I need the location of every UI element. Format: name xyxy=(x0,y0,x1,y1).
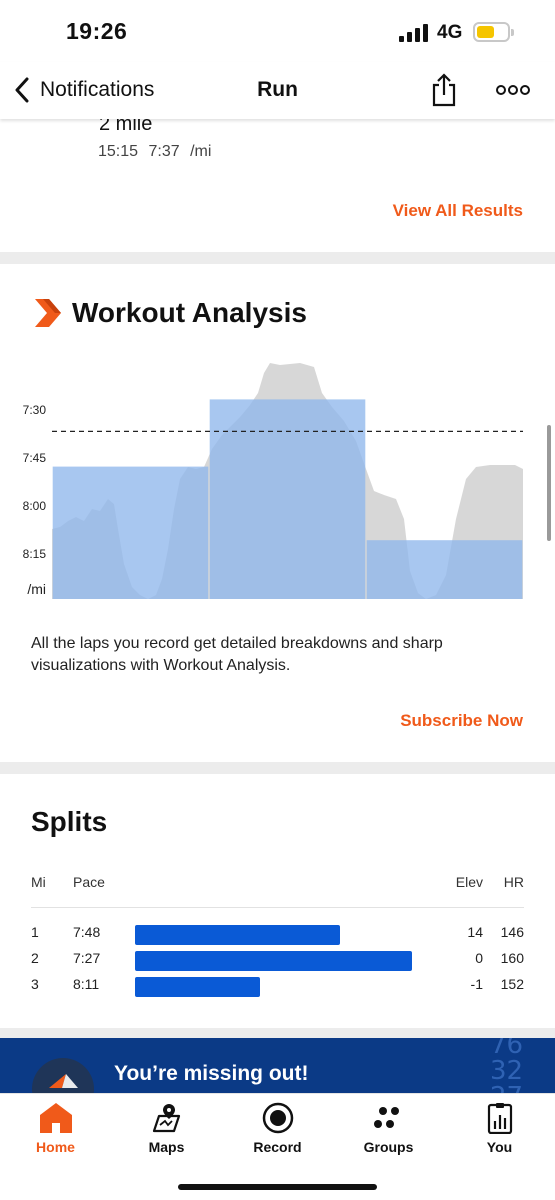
tab-home[interactable]: Home xyxy=(0,1094,111,1166)
subscribe-now-link[interactable]: Subscribe Now xyxy=(400,711,523,731)
split-row: 1 7:48 14 146 xyxy=(0,924,555,946)
split-pace-bar xyxy=(135,925,340,945)
home-icon xyxy=(40,1103,72,1133)
y-tick-label: 7:45 xyxy=(23,451,47,465)
tab-label: Maps xyxy=(148,1139,185,1155)
splits-card: Splits Mi Pace Elev HR 1 7:48 14 146 2 7:27 0 1… xyxy=(0,774,555,1028)
signal-icon xyxy=(399,24,429,42)
tab-label: Record xyxy=(253,1139,302,1155)
tab-label: You xyxy=(486,1139,513,1155)
tab-you[interactable]: You xyxy=(444,1094,555,1166)
section-title: Workout Analysis xyxy=(72,297,307,328)
split-pace-bar xyxy=(135,977,260,997)
split-mi: 3 xyxy=(31,976,39,992)
header-mi: Mi xyxy=(31,874,46,890)
back-button[interactable]: Notifications xyxy=(14,74,154,106)
share-icon xyxy=(432,73,456,107)
groups-icon xyxy=(374,1107,399,1128)
more-button[interactable] xyxy=(495,82,531,98)
battery-icon xyxy=(473,22,510,42)
split-mi: 1 xyxy=(31,924,39,940)
promo-number: 32 xyxy=(490,1056,524,1086)
header-elev: Elev xyxy=(455,874,483,890)
tab-record[interactable]: Record xyxy=(222,1094,333,1166)
lap-bar xyxy=(52,466,209,599)
promo-banner[interactable]: You’re missing out! 76 32 27 xyxy=(0,1038,555,1093)
status-time: 19:26 xyxy=(66,18,128,44)
you-icon xyxy=(487,1103,513,1134)
split-hr: 146 xyxy=(500,924,524,940)
promo-numbers: 76 32 27 xyxy=(490,1038,523,1093)
workout-analysis-description: All the laps you record get detailed bre… xyxy=(31,635,443,674)
status-bar: 19:26 4G xyxy=(0,0,555,62)
battery-level xyxy=(477,26,494,38)
lap-bar xyxy=(209,399,366,599)
header-hr: HR xyxy=(503,874,524,890)
battery-tip xyxy=(511,29,514,36)
maps-icon xyxy=(152,1104,181,1133)
tab-label: Home xyxy=(36,1139,75,1155)
split-elev: -1 xyxy=(470,976,483,992)
header-pace: Pace xyxy=(73,874,105,890)
split-row: 2 7:27 0 160 xyxy=(0,950,555,972)
results-card: 2 mile 15:15 7:37 /mi View All Results xyxy=(0,113,555,252)
split-mi: 2 xyxy=(31,950,39,966)
splits-divider xyxy=(31,907,524,908)
back-label: Notifications xyxy=(40,78,155,101)
y-tick-label: 7:30 xyxy=(23,403,47,417)
lap-bar xyxy=(366,540,523,599)
share-button[interactable] xyxy=(430,72,458,108)
result-meta: 15:15 7:37 /mi xyxy=(98,143,212,160)
workout-analysis-chart: 7:30 7:45 8:00 8:15 /mi xyxy=(23,363,523,599)
split-elev: 14 xyxy=(467,924,483,940)
split-row: 3 8:11 -1 152 xyxy=(0,976,555,998)
chevron-left-icon xyxy=(15,77,29,103)
y-tick-label: 8:00 xyxy=(23,499,47,513)
network-label: 4G xyxy=(437,22,463,43)
tab-groups[interactable]: Groups xyxy=(333,1094,444,1166)
record-icon xyxy=(262,1102,294,1134)
splits-header: Mi Pace Elev HR xyxy=(0,874,555,894)
tab-maps[interactable]: Maps xyxy=(111,1094,222,1166)
y-tick-label: 8:15 xyxy=(23,547,47,561)
more-icon xyxy=(496,85,530,95)
home-indicator xyxy=(178,1184,377,1190)
split-pace: 7:27 xyxy=(73,950,101,966)
workout-analysis-card: Workout Analysis 7:30 7:45 8:00 8:15 /mi Al… xyxy=(0,264,555,762)
y-axis-label: /mi xyxy=(27,581,46,597)
scrollbar[interactable] xyxy=(547,425,551,541)
promo-logo xyxy=(32,1058,94,1093)
split-pace: 7:48 xyxy=(73,924,101,940)
split-hr: 160 xyxy=(500,950,524,966)
workout-analysis-logo-icon xyxy=(35,299,61,327)
nav-bar: Notifications Run xyxy=(0,62,555,119)
tab-bar: Home Maps Record Groups You xyxy=(0,1093,555,1200)
view-all-results-link[interactable]: View All Results xyxy=(393,201,523,221)
split-elev: 0 xyxy=(475,950,483,966)
promo-number: 76 xyxy=(490,1038,524,1060)
promo-text: You’re missing out! xyxy=(114,1062,309,1085)
strava-chevron-icon xyxy=(49,1074,78,1088)
split-pace-bar xyxy=(135,951,412,971)
tab-label: Groups xyxy=(363,1139,414,1155)
split-hr: 152 xyxy=(500,976,524,992)
splits-title: Splits xyxy=(31,806,108,837)
split-pace: 8:11 xyxy=(73,976,100,992)
promo-number: 27 xyxy=(490,1084,523,1093)
